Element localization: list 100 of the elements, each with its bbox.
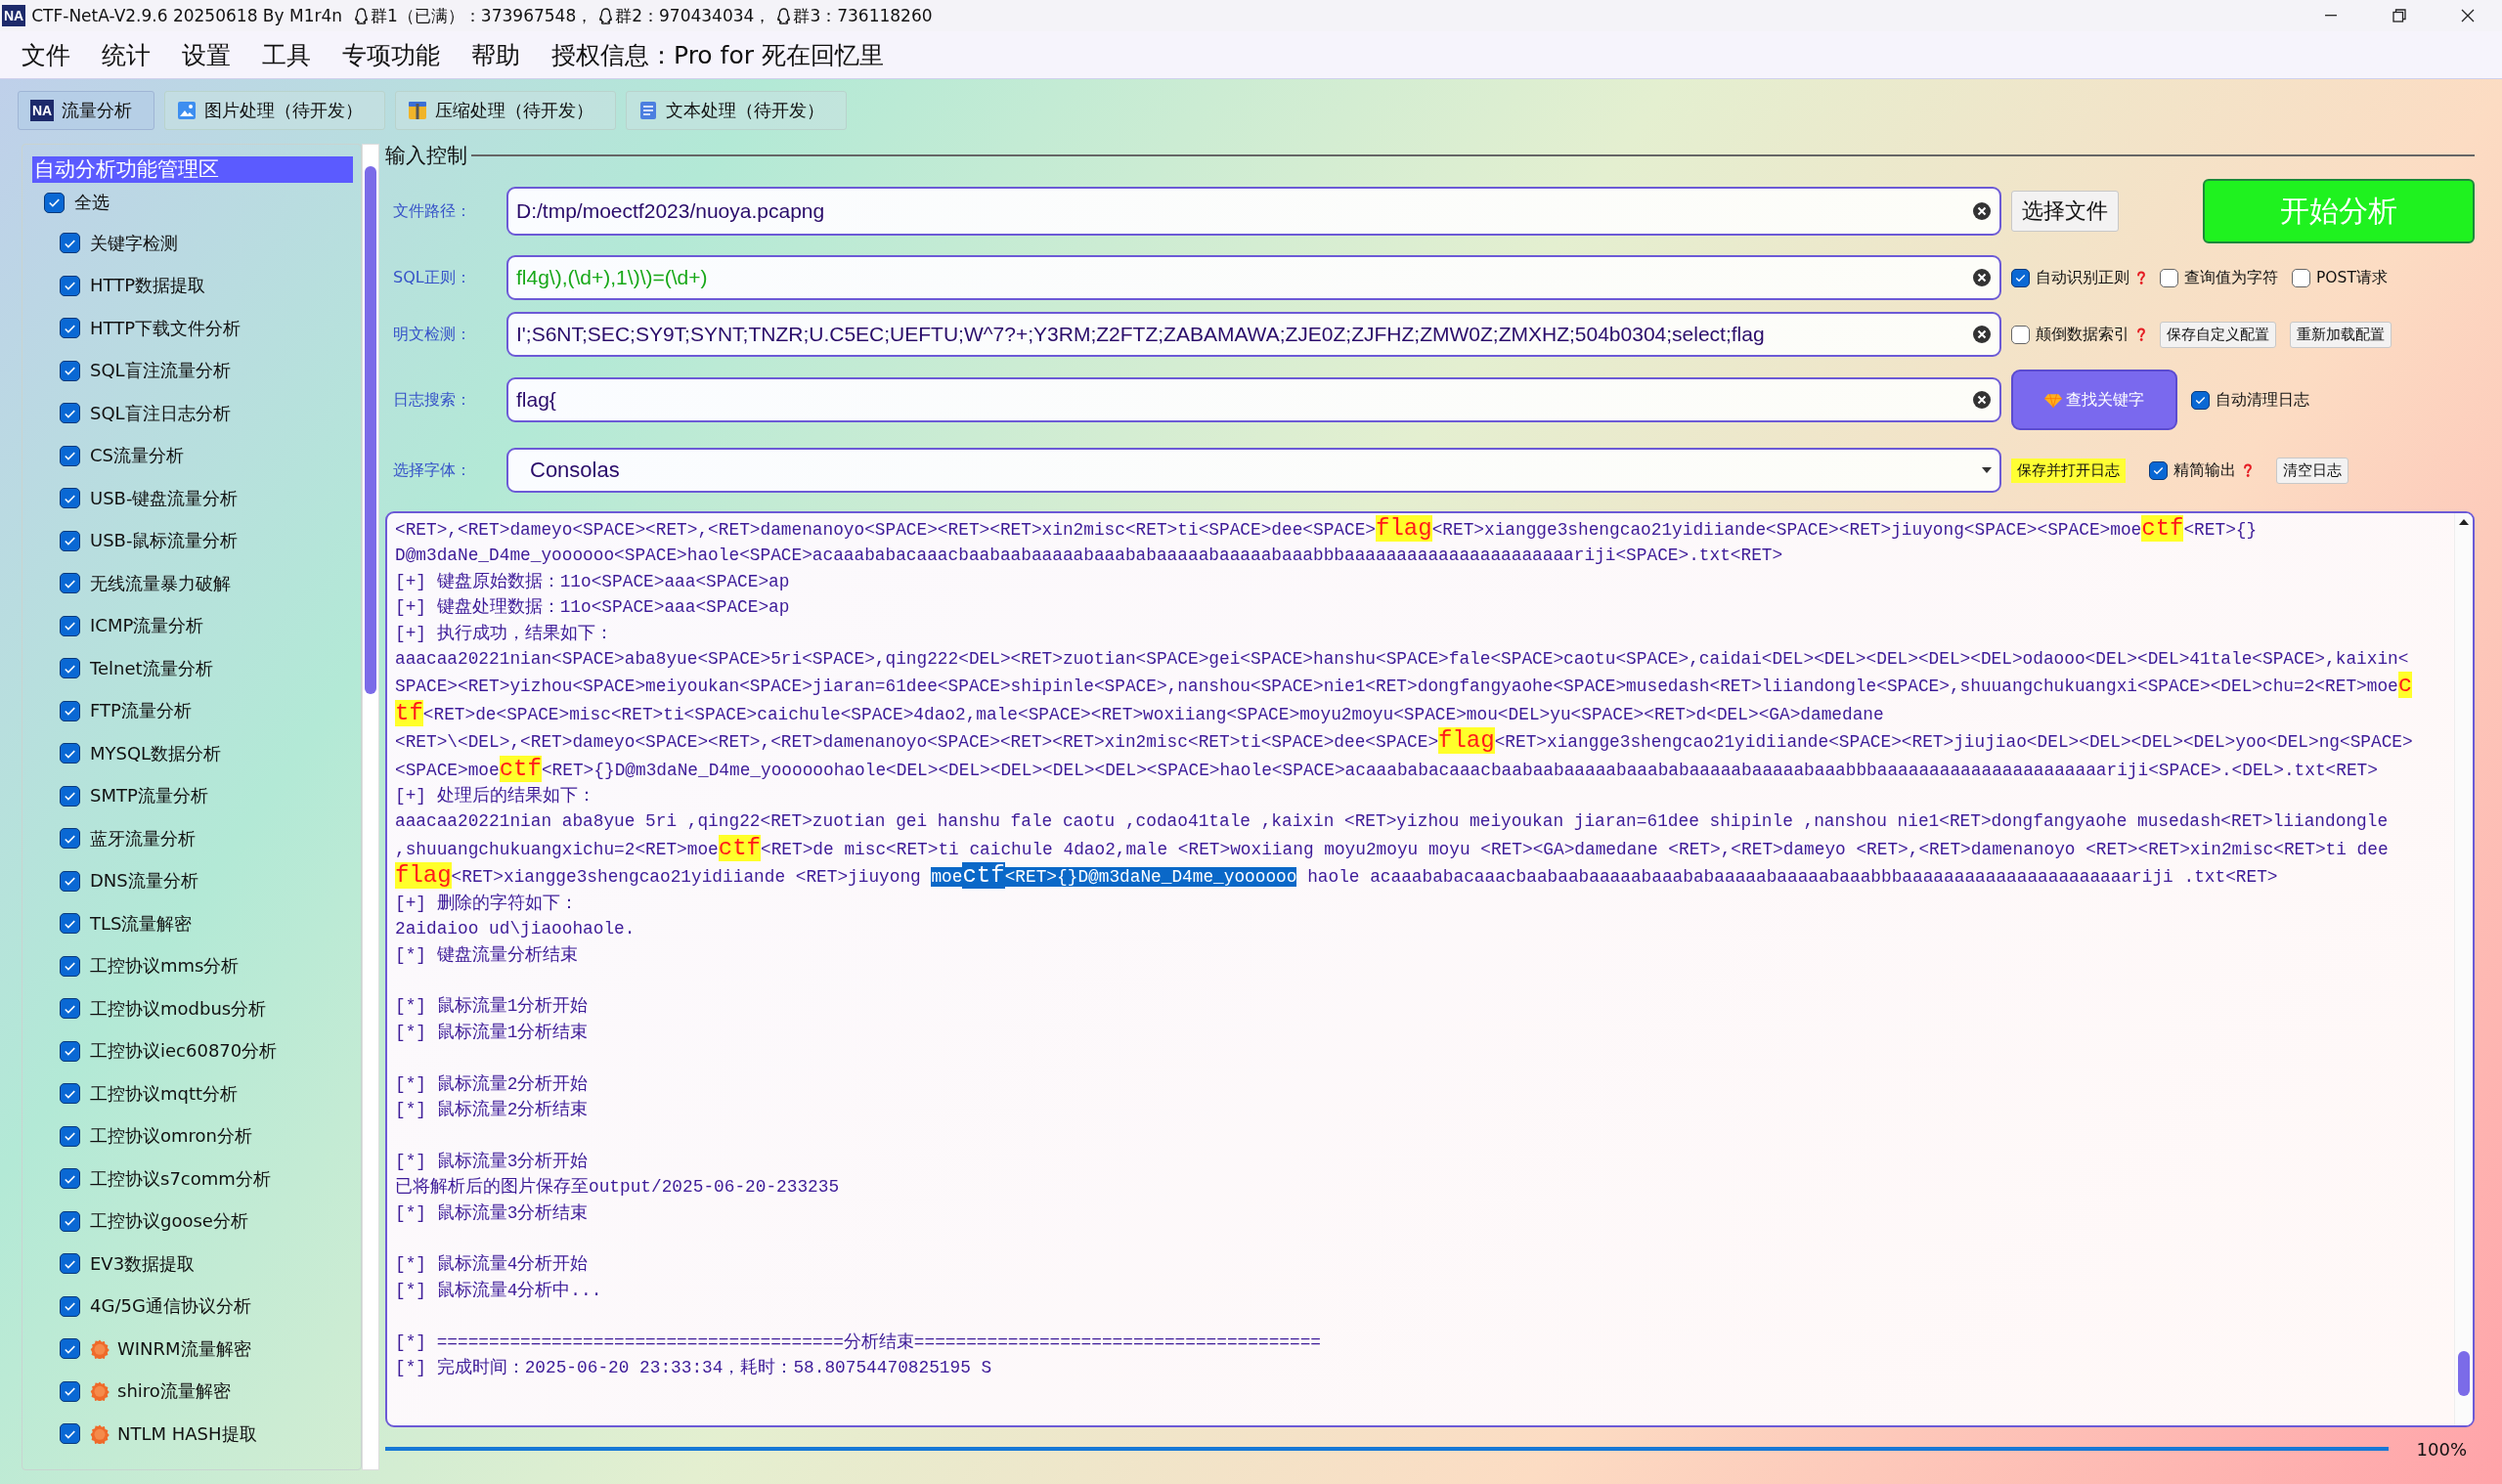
text-field[interactable]: I';S6NT;SEC;SY9T;SYNT;TNZR;U.C5EC;UEFTU;W^7?+;Y3RM;Z2FTZ;ZABAMAWA;ZJE0Z;ZJFHZ;ZMW0Z;ZMXHZ;504b0304;select;flag	[506, 312, 2001, 357]
clear-icon[interactable]	[1972, 268, 1992, 287]
button[interactable]: 选择文件	[2011, 191, 2119, 232]
checkbox[interactable]	[60, 998, 80, 1020]
checkbox[interactable]	[60, 828, 80, 850]
checkbox-label: WINRM流量解密	[117, 1336, 251, 1361]
log-text: <RET>{}D@m3daNe_D4me_yoooooohaole<DEL><DEL><DEL><DEL><DEL><SPACE>haole<SPACE>acaaababacaaacbaabaabaaaaabaaababaaaaabaaaaabaaabbbaaaaaaaaaaaaaaaaaaaaaariji<SPACE>.<DEL>.txt<RET>	[541, 760, 2378, 780]
font-dropdown[interactable]: Consolas	[506, 448, 2001, 493]
checkbox-label: 自动清理日志	[2216, 389, 2309, 411]
log-text: [*] 鼠标流量3分析开始	[395, 1151, 589, 1171]
checkbox-label: 全选	[74, 191, 110, 214]
log-text: [*] 鼠标流量3分析结束	[395, 1202, 589, 1223]
checkbox[interactable]	[60, 658, 80, 679]
checkbox[interactable]	[60, 1295, 80, 1317]
log-text: [+] 键盘原始数据：11o<SPACE>aaa<SPACE>ap	[395, 571, 790, 591]
highlighted-keyword: ctf	[499, 755, 542, 782]
scroll-up-icon[interactable]	[2459, 519, 2469, 525]
document-icon	[638, 101, 659, 120]
checkbox-label: CS流量分析	[90, 444, 184, 468]
penguin-icon	[776, 7, 792, 24]
checkbox-label: SQL盲注日志分析	[90, 401, 231, 425]
checkbox[interactable]	[2191, 390, 2210, 410]
checkbox[interactable]	[2292, 268, 2310, 287]
checkbox[interactable]	[60, 445, 80, 466]
highlighted-keyword: flag	[395, 862, 452, 890]
checkbox[interactable]	[60, 275, 80, 296]
text-field[interactable]: flag{	[506, 377, 2001, 422]
log-text: <RET>xiangge3shengcao21yidiiande<SPACE><RET>jiuyong<SPACE><SPACE>moe	[1431, 520, 2142, 540]
menu-item[interactable]: 授权信息：Pro for 死在回忆里	[536, 38, 900, 71]
checkbox-label: SMTP流量分析	[90, 784, 208, 808]
save-log-button[interactable]: 保存并打开日志	[2011, 458, 2126, 483]
checkbox-label: 工控协议mqtt分析	[90, 1081, 239, 1106]
checkbox[interactable]	[60, 913, 80, 935]
restore-icon	[2392, 8, 2407, 23]
checkbox-label: USB-键盘流量分析	[90, 486, 239, 510]
checkbox[interactable]	[60, 1210, 80, 1232]
button[interactable]: 清空日志	[2276, 457, 2348, 484]
button[interactable]: 重新加载配置	[2290, 321, 2392, 348]
menu-item[interactable]: 设置	[166, 38, 246, 71]
clear-icon[interactable]	[1972, 201, 1992, 221]
highlighted-keyword: flag	[1376, 515, 1432, 542]
search-keyword-button[interactable]: 查找关键字	[2011, 370, 2177, 430]
checkbox[interactable]	[60, 1423, 80, 1445]
checkbox[interactable]	[60, 1380, 80, 1402]
checkbox[interactable]	[60, 1083, 80, 1105]
text-field[interactable]: D:/tmp/moectf2023/nuoya.pcapng	[506, 187, 2001, 236]
checkbox[interactable]	[60, 530, 80, 551]
checkbox[interactable]	[60, 1338, 80, 1360]
checkbox[interactable]	[60, 1168, 80, 1190]
checkbox[interactable]	[2149, 460, 2168, 480]
menu-item[interactable]: 文件	[6, 38, 86, 71]
log-text: <RET>{}D@m3daNe_D4me_yoooooo	[1004, 867, 1297, 888]
tab[interactable]: NA 流量分析	[18, 91, 155, 130]
checkbox[interactable]	[44, 192, 65, 213]
button[interactable]: 保存自定义配置	[2160, 321, 2276, 348]
log-text: [+] 处理后的结果如下：	[395, 786, 595, 807]
checkbox[interactable]	[2011, 325, 2030, 344]
tab[interactable]: 压缩处理（待开发）	[395, 91, 617, 130]
archive-icon	[408, 101, 428, 120]
checkbox[interactable]	[60, 615, 80, 636]
tab[interactable]: 图片处理（待开发）	[164, 91, 386, 130]
checkbox[interactable]	[60, 573, 80, 594]
scrollbar-thumb[interactable]	[2458, 1351, 2470, 1396]
checkbox[interactable]	[60, 488, 80, 509]
scrollbar[interactable]	[362, 144, 379, 1470]
checkbox[interactable]	[60, 1040, 80, 1062]
checkbox[interactable]	[60, 870, 80, 892]
checkbox[interactable]	[60, 1125, 80, 1147]
scrollbar-thumb[interactable]	[365, 166, 376, 694]
group-info: 群1（已满）：373967548，	[371, 4, 593, 27]
log-text: [*] =======================================分析结束=======================================	[395, 1331, 1321, 1352]
checkbox[interactable]	[60, 743, 80, 764]
highlighted-keyword: ctf	[718, 834, 761, 861]
checkbox[interactable]	[2011, 268, 2030, 287]
checkbox-label: 颠倒数据索引	[2036, 324, 2129, 345]
tab[interactable]: 文本处理（待开发）	[626, 91, 848, 130]
image-icon	[177, 101, 198, 120]
clear-icon[interactable]	[1972, 390, 1992, 410]
checkbox[interactable]	[2160, 268, 2178, 287]
checkbox-label: 自动识别正则	[2036, 267, 2129, 288]
clear-icon[interactable]	[1972, 325, 1992, 344]
checkbox-label: Telnet流量分析	[90, 656, 213, 680]
menu-item[interactable]: 帮助	[456, 38, 536, 71]
group-info: 群2：970434034，	[615, 4, 771, 27]
checkbox-label: HTTP数据提取	[90, 274, 206, 298]
checkbox[interactable]	[60, 955, 80, 977]
checkbox[interactable]	[60, 785, 80, 807]
progress-reading: 100%	[2415, 1438, 2468, 1460]
checkbox[interactable]	[60, 318, 80, 339]
checkbox-label: HTTP下载文件分析	[90, 316, 241, 340]
checkbox[interactable]	[60, 233, 80, 254]
checkbox[interactable]	[60, 360, 80, 381]
checkbox[interactable]	[60, 700, 80, 721]
menu-item[interactable]: 工具	[246, 38, 327, 71]
menu-item[interactable]: 专项功能	[327, 38, 456, 71]
checkbox[interactable]	[60, 403, 80, 424]
checkbox[interactable]	[60, 1253, 80, 1275]
menu-item[interactable]: 统计	[86, 38, 166, 71]
checkbox-label: 工控协议modbus分析	[90, 996, 267, 1021]
scrollbar[interactable]	[2454, 513, 2473, 1425]
